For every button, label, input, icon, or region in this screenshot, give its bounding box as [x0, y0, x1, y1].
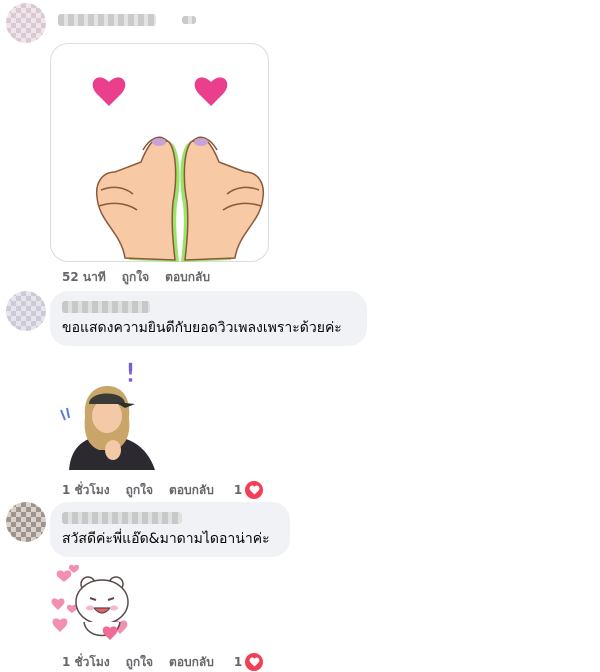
finger-heart-illustration — [92, 77, 265, 262]
commenter-name-blurred[interactable] — [58, 14, 156, 26]
bear-hearts-sticker — [50, 562, 136, 648]
comment-text: สวัสดีค่ะพี่แอ๊ด&มาดามไดอาน่าค่ะ — [62, 531, 270, 547]
wow-sticker-illustration: ว้าว! — [60, 355, 155, 470]
comment-time[interactable]: 1 ชั่วโมง — [62, 481, 110, 500]
bear-hearts-illustration — [51, 564, 129, 640]
comment-time[interactable]: 52 นาที — [62, 268, 106, 287]
heart-icon — [244, 652, 265, 672]
comment-actions: 1 ชั่วโมง ถูกใจ ตอบกลับ 1 — [62, 652, 265, 672]
sticker-caption: ว้าว! — [77, 356, 137, 389]
reaction-summary[interactable]: 1 — [233, 652, 265, 672]
reaction-count: 1 — [233, 483, 243, 497]
heart-icon — [194, 77, 228, 106]
comment-bubble: ขอแสดงความยินดีกับยอดวิวเพลงเพราะด้วยค่ะ — [50, 291, 367, 346]
reaction-summary[interactable]: 1 — [233, 480, 265, 500]
like-button[interactable]: ถูกใจ — [126, 481, 153, 500]
reply-button[interactable]: ตอบกลับ — [169, 481, 214, 500]
like-button[interactable]: ถูกใจ — [126, 653, 153, 672]
reaction-count: 1 — [233, 655, 243, 669]
avatar[interactable] — [6, 291, 46, 331]
heart-icon — [244, 480, 265, 500]
avatar[interactable] — [6, 3, 46, 43]
avatar[interactable] — [6, 502, 46, 542]
heart-icon — [92, 77, 126, 106]
commenter-name-blurred[interactable] — [62, 301, 150, 313]
comment-time[interactable]: 1 ชั่วโมง — [62, 653, 110, 672]
comment-actions: 52 นาที ถูกใจ ตอบกลับ — [62, 268, 226, 287]
reply-button[interactable]: ตอบกลับ — [165, 268, 210, 287]
reply-button[interactable]: ตอบกลับ — [169, 653, 214, 672]
wow-sticker: ว้าว! — [55, 346, 160, 474]
comment-bubble: สวัสดีค่ะพี่แอ๊ด&มาดามไดอาน่าค่ะ — [50, 502, 290, 557]
commenter-name-blurred[interactable] — [62, 512, 182, 524]
comment-actions: 1 ชั่วโมง ถูกใจ ตอบกลับ 1 — [62, 480, 265, 500]
comment-text: ขอแสดงความยินดีกับยอดวิวเพลงเพราะด้วยค่ะ — [62, 320, 342, 336]
name-badge-blurred — [182, 16, 196, 24]
finger-heart-sticker — [50, 43, 269, 262]
like-button[interactable]: ถูกใจ — [122, 268, 149, 287]
